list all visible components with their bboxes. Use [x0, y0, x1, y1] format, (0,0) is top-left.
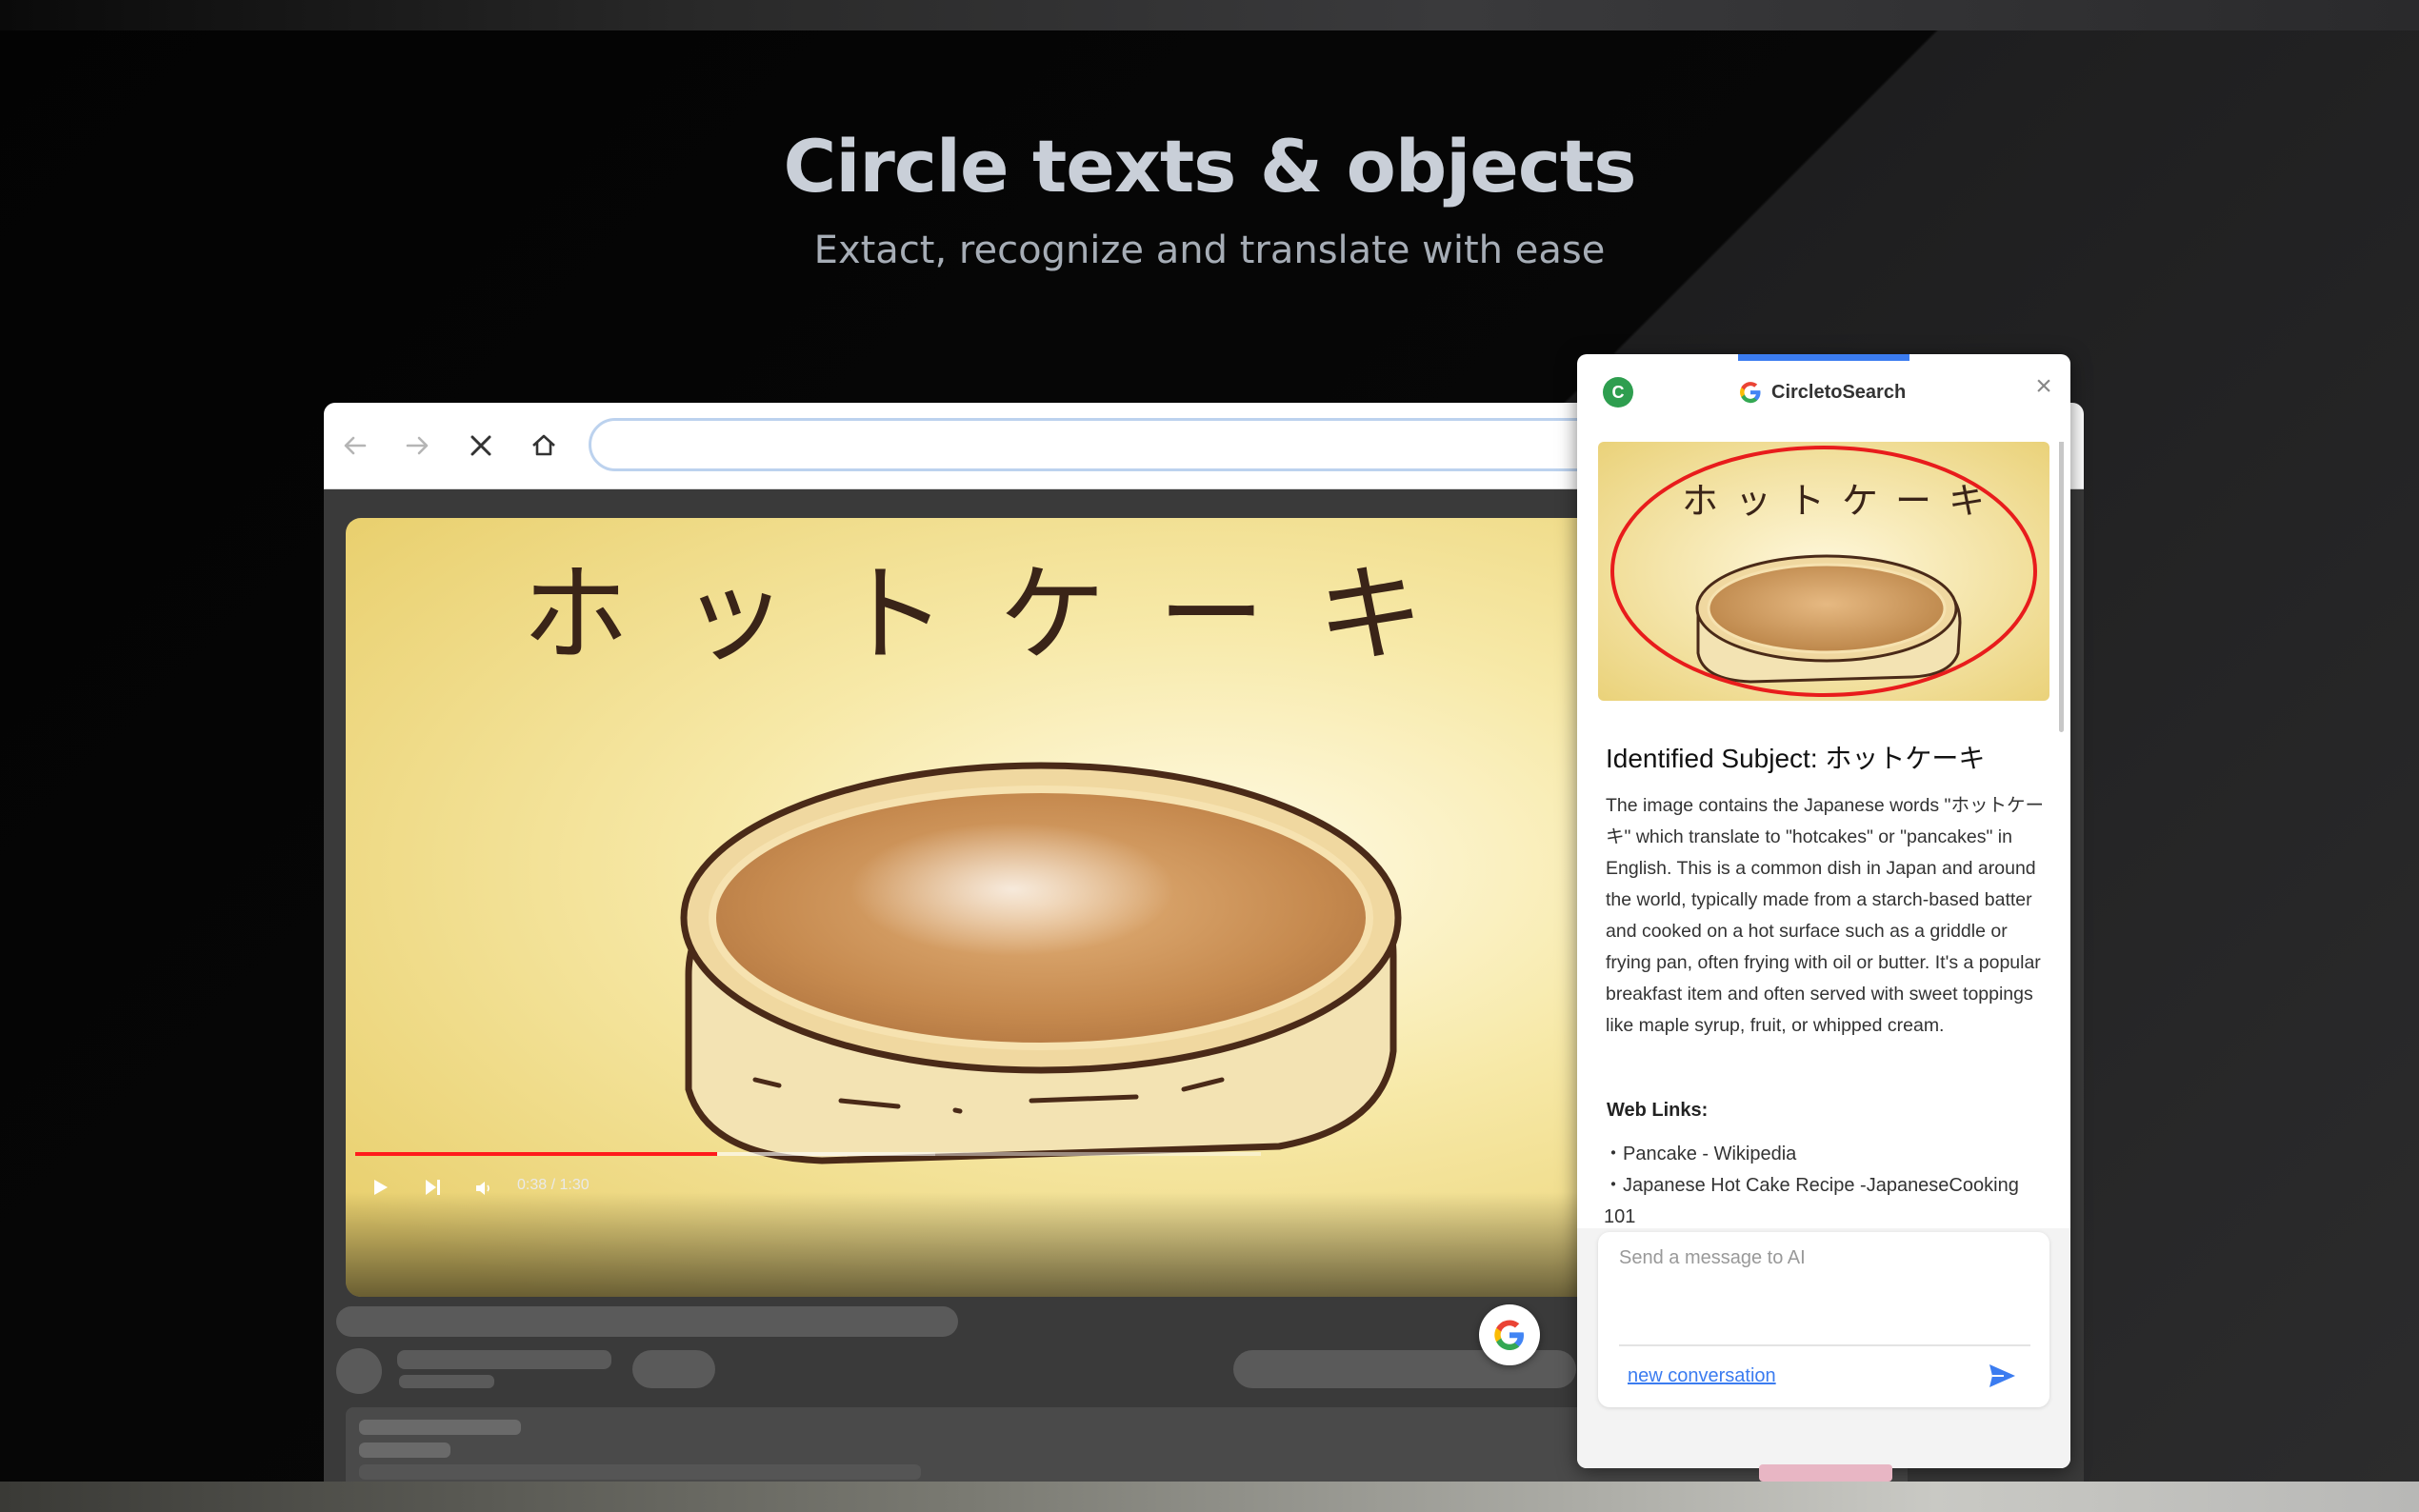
panel-brand: CircletoSearch	[1737, 378, 1906, 407]
video-time: 0:38 / 1:30	[517, 1177, 590, 1193]
thumbnail-overlay-text: ホットケーキ	[1682, 480, 2002, 522]
message-input[interactable]: Send a message to AI	[1619, 1247, 1806, 1269]
panel-scrollbar[interactable]	[2059, 442, 2064, 732]
top-strip	[0, 0, 2419, 30]
progress-fill	[355, 1152, 717, 1156]
user-avatar[interactable]: C	[1603, 377, 1633, 408]
hero-title: Circle texts & objects	[783, 124, 1637, 209]
back-arrow-icon[interactable]	[333, 424, 377, 468]
channel-avatar-placeholder	[336, 1348, 382, 1394]
home-icon[interactable]	[522, 424, 566, 468]
play-icon[interactable]	[370, 1177, 390, 1203]
subscriber-count-placeholder	[399, 1375, 494, 1388]
chat-footer: Send a message to AI new conversation	[1577, 1228, 2070, 1468]
next-icon[interactable]	[422, 1177, 443, 1203]
message-composer: Send a message to AI new conversation	[1598, 1232, 2049, 1407]
hero-subtitle: Extact, recognize and translate with eas…	[813, 229, 1606, 272]
composer-divider	[1619, 1344, 2030, 1346]
google-g-icon	[1494, 1320, 1524, 1350]
web-links-label: Web Links:	[1607, 1100, 1709, 1121]
web-link-item[interactable]: ・Pancake - Wikipedia	[1604, 1139, 2051, 1170]
video-title-placeholder	[336, 1306, 958, 1337]
panel-accent-bar	[1738, 354, 1909, 361]
subscribe-button-placeholder	[632, 1350, 715, 1388]
forward-arrow-icon[interactable]	[395, 424, 439, 468]
subject-description: The image contains the Japanese words "ホ…	[1606, 795, 2044, 1036]
new-conversation-link[interactable]: new conversation	[1628, 1365, 1776, 1387]
send-icon[interactable]	[1983, 1357, 2021, 1395]
identified-subject-title: Identified Subject: ホットケーキ	[1606, 744, 1986, 773]
description-line-placeholder	[359, 1420, 521, 1435]
partial-thumbnail	[1759, 1464, 1892, 1482]
circle-to-search-button[interactable]	[1479, 1304, 1540, 1365]
channel-name-placeholder	[397, 1350, 611, 1369]
description-line-placeholder	[359, 1464, 921, 1480]
circle-to-search-panel: C CircletoSearch × ホットケーキ Identified Sub…	[1577, 354, 2070, 1468]
selected-region-thumbnail: ホットケーキ	[1598, 442, 2049, 701]
volume-icon[interactable]	[474, 1179, 493, 1203]
google-g-icon	[1740, 382, 1761, 404]
bottom-strip	[0, 1482, 2419, 1512]
description-line-placeholder	[359, 1442, 450, 1458]
stop-loading-icon[interactable]	[459, 424, 503, 468]
close-icon[interactable]: ×	[2029, 371, 2059, 402]
video-overlay-text: ホットケーキ	[522, 553, 1476, 677]
panel-brand-name: CircletoSearch	[1771, 381, 1907, 403]
progress-track[interactable]	[355, 1152, 1261, 1156]
web-link-item[interactable]: ・Japanese Hot Cake Recipe -JapaneseCooki…	[1604, 1170, 2051, 1233]
